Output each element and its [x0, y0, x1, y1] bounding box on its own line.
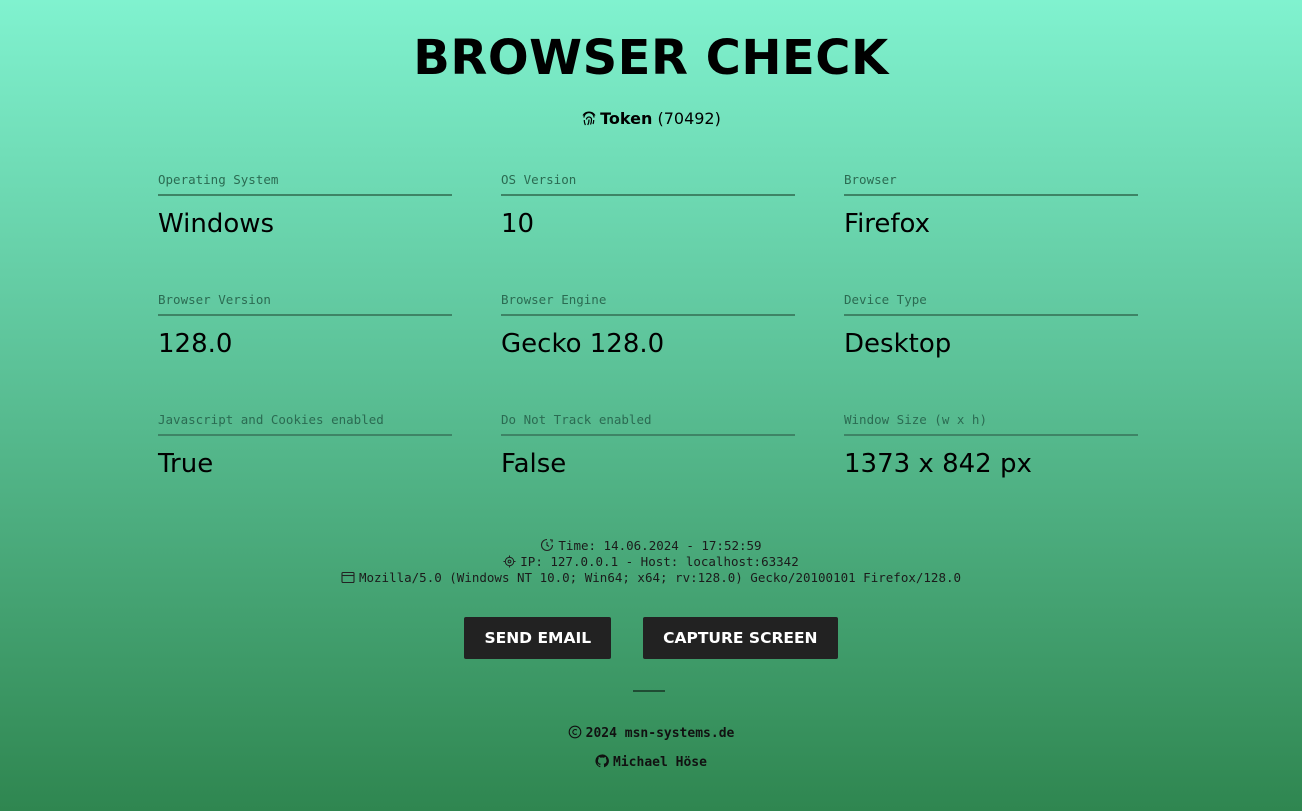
field-label: Browser Version: [158, 290, 452, 316]
field-value: True: [158, 449, 214, 479]
send-email-button[interactable]: SEND EMAIL: [464, 617, 612, 659]
field-operating-system: Operating System Windows: [158, 170, 452, 290]
author-link[interactable]: Michael Höse: [0, 754, 1302, 770]
field-value: Gecko 128.0: [501, 329, 665, 359]
field-js-cookies: Javascript and Cookies enabled True: [158, 410, 452, 530]
field-label: Browser Engine: [501, 290, 795, 316]
field-label: Device Type: [844, 290, 1138, 316]
user-agent-line: Mozilla/5.0 (Windows NT 10.0; Win64; x64…: [0, 570, 1302, 586]
field-label: OS Version: [501, 170, 795, 196]
github-icon: [595, 754, 609, 768]
copyright-text: 2024 msn-systems.de: [585, 726, 735, 741]
field-browser-version: Browser Version 128.0: [158, 290, 452, 410]
page-title: BROWSER CHECK: [413, 30, 889, 86]
field-value: Windows: [158, 209, 275, 239]
field-label: Operating System: [158, 170, 452, 196]
field-label: Do Not Track enabled: [501, 410, 795, 436]
time-line: Time: 14.06.2024 - 17:52:59: [0, 538, 1302, 554]
divider: [633, 690, 665, 692]
token-value: (70492): [657, 109, 721, 128]
info-grid: Operating System Windows OS Version 10 B…: [158, 170, 1138, 530]
network-line: IP: 127.0.0.1 - Host: localhost:63342: [0, 554, 1302, 570]
field-device-type: Device Type Desktop: [844, 290, 1138, 410]
capture-screen-button[interactable]: CAPTURE SCREEN: [643, 617, 838, 659]
user-agent-text: Mozilla/5.0 (Windows NT 10.0; Win64; x64…: [358, 570, 962, 585]
meta-info: Time: 14.06.2024 - 17:52:59 IP: 127.0.0.…: [0, 538, 1302, 586]
field-value: False: [501, 449, 567, 479]
field-browser: Browser Firefox: [844, 170, 1138, 290]
copyright: 2024 msn-systems.de: [0, 725, 1302, 741]
field-browser-engine: Browser Engine Gecko 128.0: [501, 290, 795, 410]
field-value: 1373 x 842 px: [844, 449, 1032, 479]
time-text: Time: 14.06.2024 - 17:52:59: [558, 538, 762, 553]
field-value: 128.0: [158, 329, 233, 359]
field-os-version: OS Version 10: [501, 170, 795, 290]
author-text: Michael Höse: [613, 755, 707, 770]
action-buttons: SEND EMAIL CAPTURE SCREEN: [0, 617, 1302, 659]
field-window-size: Window Size (w x h) 1373 x 842 px: [844, 410, 1138, 530]
field-label: Browser: [844, 170, 1138, 196]
network-text: IP: 127.0.0.1 - Host: localhost:63342: [520, 554, 799, 569]
field-label: Window Size (w x h): [844, 410, 1138, 436]
browser-window-icon: [341, 571, 355, 584]
copyright-icon: [568, 725, 581, 739]
field-value: Firefox: [844, 209, 931, 239]
target-icon: [503, 555, 516, 568]
clock-icon: [541, 538, 554, 552]
token-label: Token: [600, 109, 653, 128]
field-value: 10: [501, 209, 535, 239]
field-do-not-track: Do Not Track enabled False: [501, 410, 795, 530]
token-display: Token (70492): [0, 108, 1302, 133]
field-label: Javascript and Cookies enabled: [158, 410, 452, 436]
fingerprint-icon: [581, 111, 597, 133]
field-value: Desktop: [844, 329, 952, 359]
